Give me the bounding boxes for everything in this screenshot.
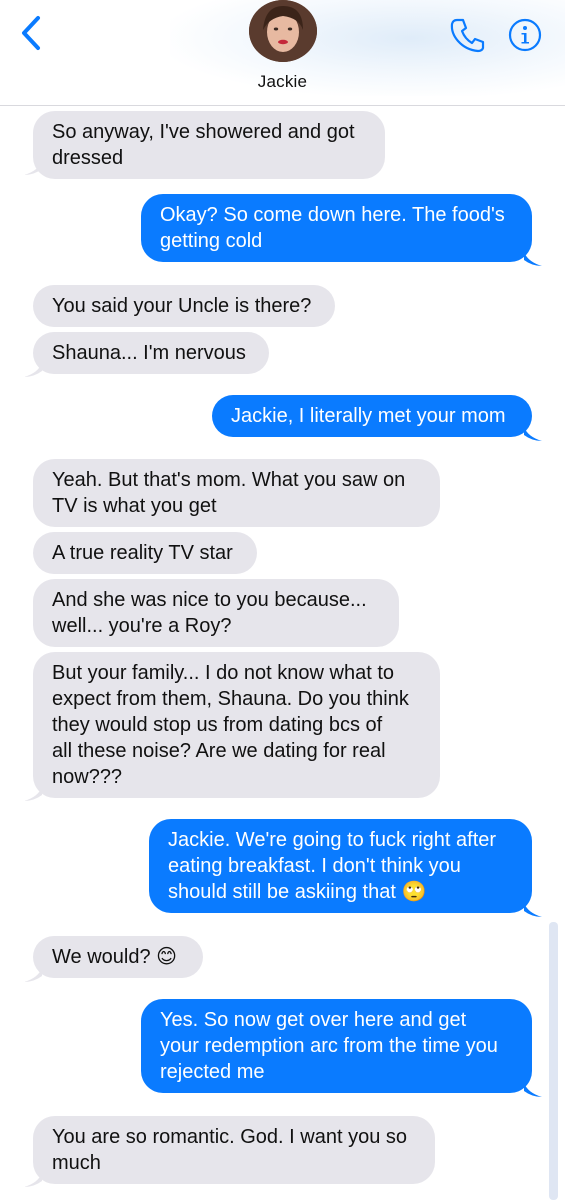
contact-avatar[interactable]: [249, 0, 317, 62]
info-icon: [508, 18, 542, 52]
message-bubble-incoming[interactable]: But your family... I do not know what to…: [33, 652, 440, 798]
message-bubble-outgoing[interactable]: Okay? So come down here. The food's gett…: [141, 194, 532, 262]
bubble-tail-incoming: [24, 363, 42, 377]
phone-icon: [450, 18, 485, 53]
back-button[interactable]: [16, 14, 50, 54]
info-button[interactable]: [508, 18, 542, 52]
message-bubble-incoming[interactable]: And she was nice to you because... well.…: [33, 579, 399, 647]
contact-name[interactable]: Jackie: [0, 72, 565, 92]
bubble-tail-outgoing: [524, 427, 542, 441]
message-bubble-outgoing[interactable]: Yes. So now get over here and get your r…: [141, 999, 532, 1093]
avatar-photo: [249, 0, 317, 62]
scrollbar[interactable]: [549, 922, 558, 1200]
bubble-tail-incoming: [24, 968, 42, 982]
message-bubble-outgoing[interactable]: Jackie. We're going to fuck right after …: [149, 819, 532, 913]
message-bubble-outgoing[interactable]: Jackie, I literally met your mom: [212, 395, 532, 437]
message-bubble-incoming[interactable]: Shauna... I'm nervous: [33, 332, 269, 374]
call-button[interactable]: [448, 16, 486, 54]
bubble-tail-incoming: [24, 161, 42, 175]
message-bubble-incoming[interactable]: So anyway, I've showered and got dressed: [33, 111, 385, 179]
bubble-tail-incoming: [24, 787, 42, 801]
message-bubble-incoming[interactable]: You said your Uncle is there?: [33, 285, 335, 327]
message-bubble-incoming[interactable]: You are so romantic. God. I want you so …: [33, 1116, 435, 1184]
bubble-tail-incoming: [24, 1173, 42, 1187]
bubble-tail-outgoing: [524, 903, 542, 917]
message-bubble-incoming[interactable]: Yeah. But that's mom. What you saw on TV…: [33, 459, 440, 527]
bubble-tail-outgoing: [524, 252, 542, 266]
conversation-header: Jackie: [0, 0, 565, 106]
message-bubble-incoming[interactable]: We would? 😊: [33, 936, 203, 978]
chevron-left-icon: [22, 16, 40, 50]
bubble-tail-outgoing: [524, 1083, 542, 1097]
message-bubble-incoming[interactable]: A true reality TV star: [33, 532, 257, 574]
